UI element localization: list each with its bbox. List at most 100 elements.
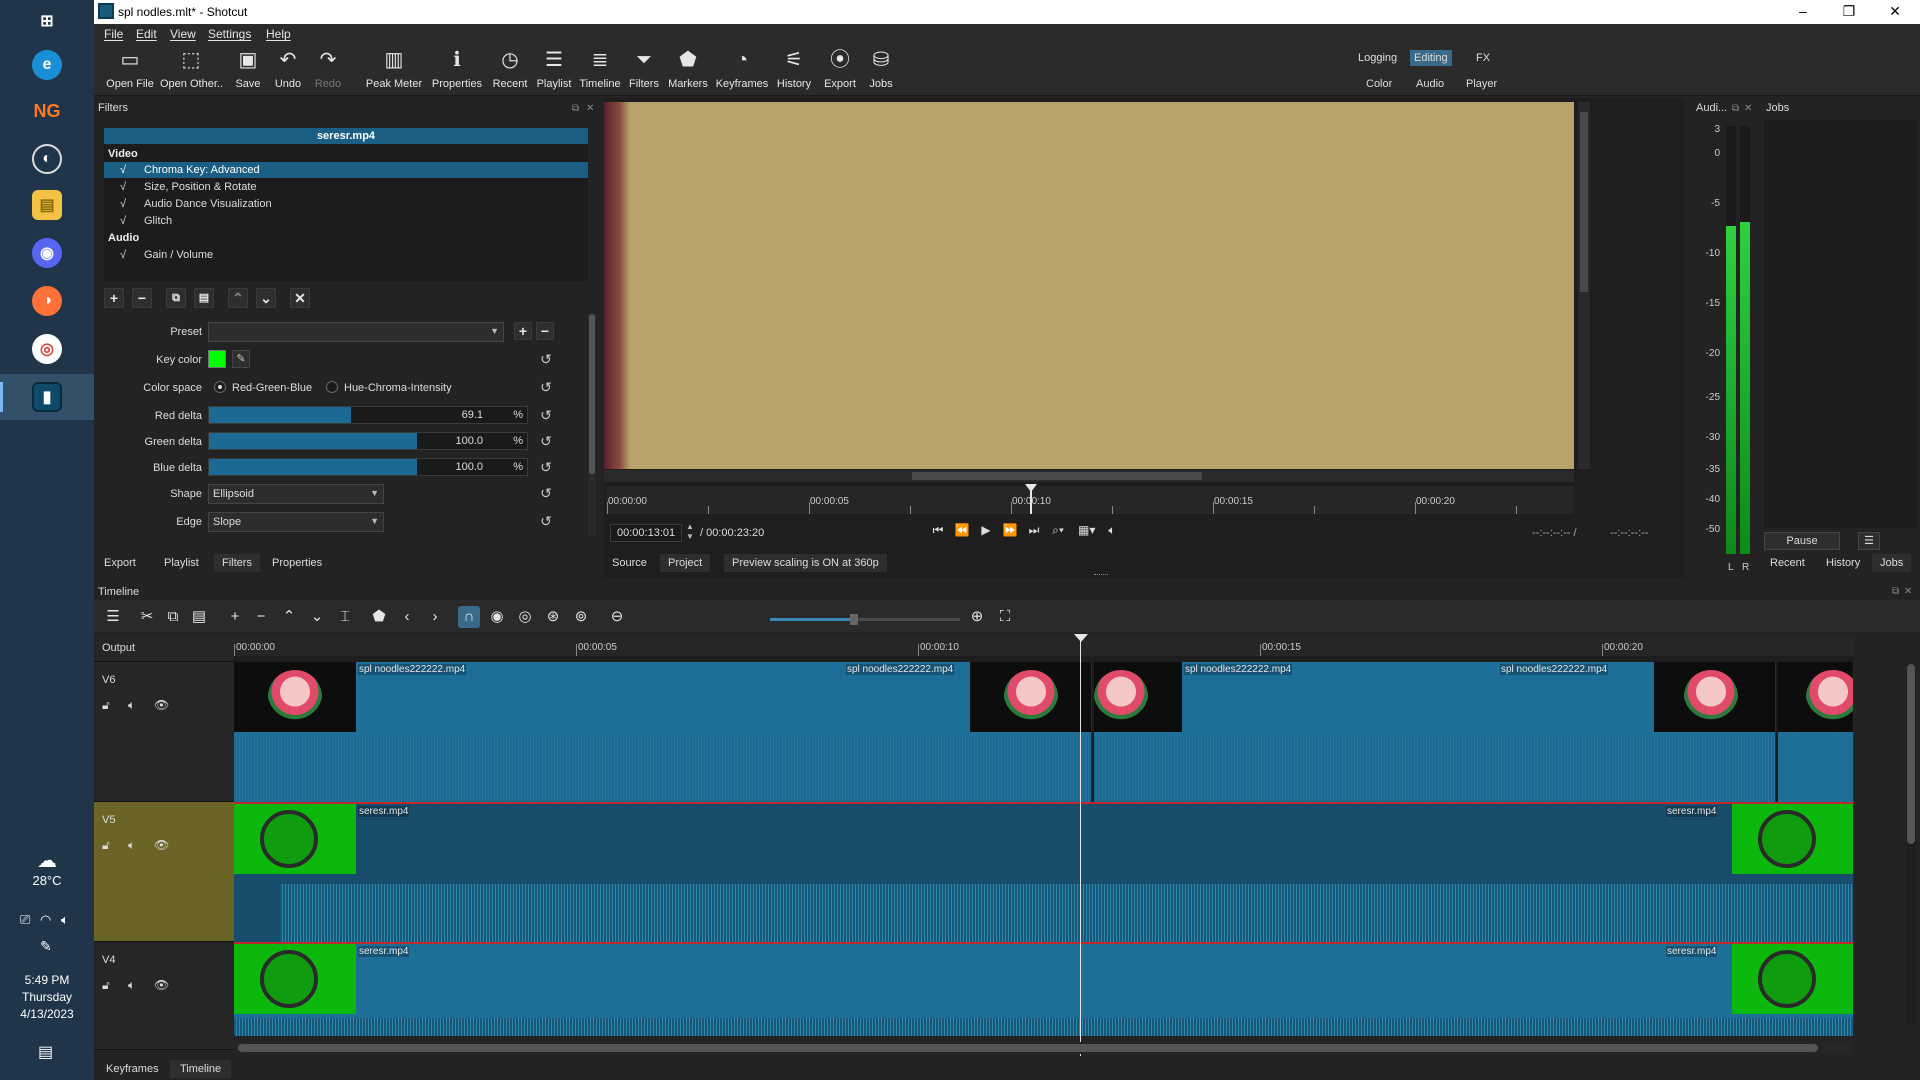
tab-jobs[interactable]: Jobs [1872,554,1912,572]
float-icon[interactable]: ⧉ [1732,103,1739,114]
save-preset-button[interactable]: + [514,322,532,340]
scrub-icon[interactable]: ◉ [486,606,508,628]
weather-widget[interactable]: ☁ 28°C [0,848,94,888]
lock-icon[interactable]: 🔓︎ [102,978,110,993]
timeline-vertical-scrollbar[interactable] [1906,664,1916,1024]
open-file-button[interactable]: ▭ Open File [104,48,156,94]
play-icon[interactable]: ▶ [978,523,994,537]
layout-fx[interactable]: FX [1476,52,1490,64]
radio-rgb[interactable] [214,381,226,393]
discord-icon[interactable]: ◉ [32,238,62,268]
playlist-button[interactable]: ☰ Playlist [534,48,574,94]
tab-properties[interactable]: Properties [264,554,330,572]
eye-icon[interactable]: 👁︎ [154,978,169,992]
track-head-v4[interactable]: V4 🔓︎ 🔈︎ 👁︎ [94,942,234,1050]
track-head-v6[interactable]: V6 🔓︎ 🔈︎ 👁︎ [94,662,234,802]
lock-icon[interactable]: 🔓︎ [102,838,110,853]
reset-edge-icon[interactable]: ↺ [537,512,555,530]
fast-forward-icon[interactable]: ⏩ [1002,523,1018,537]
pause-button[interactable]: Pause [1764,532,1840,550]
red-delta-slider[interactable]: 69.1% [208,406,528,424]
layout-audio[interactable]: Audio [1416,78,1444,90]
track-head-output[interactable]: Output [94,636,234,662]
mute-icon[interactable]: 🔈︎ [128,978,135,993]
green-delta-slider[interactable]: 100.0% [208,432,528,450]
markers-button[interactable]: ⬟ Markers [666,48,710,94]
ng-icon[interactable]: NG [32,96,62,126]
keyframes-button[interactable]: ◔ Keyframes [714,48,770,94]
filters-scrollbar[interactable] [588,314,596,536]
wifi-icon[interactable]: ◠ [40,912,51,927]
chrome-icon[interactable]: ◎ [32,334,62,364]
save-button[interactable]: ▣ Save [230,48,266,94]
radio-hci[interactable] [326,381,338,393]
undo-button[interactable]: ↶ Undo [270,48,306,94]
timeline-ruler[interactable]: 00:00:00 00:00:05 00:00:10 00:00:15 00:0… [234,636,1854,656]
timeline-menu-icon[interactable]: ☰ [102,606,124,628]
paste-filter-button[interactable]: ▤ [194,288,214,308]
reset-blue-delta-icon[interactable]: ↺ [537,458,555,476]
check-icon[interactable]: √ [120,196,126,212]
overwrite-icon[interactable]: ⌄ [306,606,328,628]
viewer-splitter-handle[interactable] [1094,574,1108,576]
peak-meter-button[interactable]: ▥ Peak Meter [364,48,424,94]
windows-start-icon[interactable]: ⊞ [32,6,62,36]
viewer-horizontal-scrollbar[interactable] [604,470,1574,482]
firefox-icon[interactable]: ◑ [32,286,62,316]
tab-project[interactable]: Project [660,554,711,572]
jobs-button[interactable]: ⛁ Jobs [864,48,898,94]
shape-combo[interactable]: Ellipsoid ▼ [208,484,384,504]
filter-item-chroma-key[interactable]: √ Chroma Key: Advanced [104,162,588,178]
history-button[interactable]: ⚟ History [774,48,814,94]
copy-icon[interactable]: ⧉ [162,606,184,628]
properties-button[interactable]: ℹ Properties [430,48,484,94]
reset-red-delta-icon[interactable]: ↺ [537,406,555,424]
remove-filter-button[interactable]: − [132,288,152,308]
minimize-button[interactable]: – [1780,0,1826,24]
layout-color[interactable]: Color [1366,78,1392,90]
edge-combo[interactable]: Slope ▼ [208,512,384,532]
layout-logging[interactable]: Logging [1358,52,1397,64]
jobs-menu-icon[interactable]: ☰ [1858,532,1880,550]
zoom-slider[interactable] [770,614,960,625]
reset-shape-icon[interactable]: ↺ [537,484,555,502]
volume-icon[interactable]: 🔈︎ [61,912,69,927]
zoom-fit-icon[interactable]: ⛶ [994,606,1016,628]
layout-editing[interactable]: Editing [1410,50,1452,66]
skip-to-start-icon[interactable]: ⏮ [930,523,946,538]
tab-recent[interactable]: Recent [1762,554,1813,572]
close-panel-icon[interactable]: ✕ [1744,103,1752,114]
eyedropper-icon[interactable]: ✎ [232,350,250,368]
zoom-in-icon[interactable]: ⊕ [966,606,988,628]
delete-preset-button[interactable]: − [536,322,554,340]
edge-icon[interactable]: e [32,50,62,80]
recent-button[interactable]: ◷ Recent [490,48,530,94]
zoom-icon[interactable]: ⌕▾ [1050,523,1066,538]
timeline-clip[interactable]: seresr.mp4 seresr.mp4 [234,802,1854,942]
key-color-swatch[interactable] [208,350,226,368]
eye-icon[interactable]: 👁︎ [154,698,169,712]
move-down-button[interactable]: ⌄ [256,288,276,308]
filter-item-audio-dance[interactable]: √ Audio Dance Visualization [104,196,588,212]
filter-item-size-position[interactable]: √ Size, Position & Rotate [104,179,588,195]
preset-combo[interactable]: ▼ [208,322,504,342]
timeline-button[interactable]: ≣ Timeline [578,48,622,94]
cut-icon[interactable]: ✂ [136,606,158,628]
timecode-spin-icon[interactable]: ▲ ▼ [686,522,694,542]
tab-filters[interactable]: Filters [214,554,260,572]
tab-source[interactable]: Source [604,554,655,572]
meet-now-icon[interactable]: ⎚ [20,912,30,927]
timecode-input[interactable]: 00:00:13:01 [610,524,683,542]
mute-icon[interactable]: 🔈︎ [128,838,135,853]
close-button[interactable]: ✕ [1872,0,1918,24]
timeline-clip[interactable]: seresr.mp4 seresr.mp4 [234,942,1854,1036]
grid-icon[interactable]: ▦▾ [1078,523,1095,537]
file-explorer-icon[interactable]: ▤ [32,190,62,220]
lock-icon[interactable]: 🔓︎ [102,698,110,713]
tab-timeline[interactable]: Timeline [170,1060,232,1078]
paste-icon[interactable]: ▤ [188,606,210,628]
filter-item-glitch[interactable]: √ Glitch [104,213,588,229]
menu-view[interactable]: View [170,27,196,41]
append-icon[interactable]: + [224,606,246,628]
reset-key-color-icon[interactable]: ↺ [537,350,555,368]
